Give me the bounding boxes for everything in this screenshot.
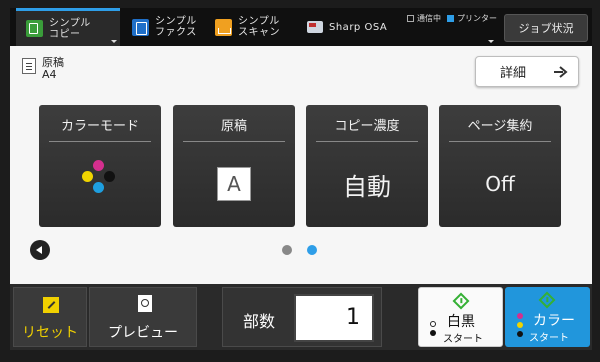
tab-simple-fax[interactable]: シンプル ファクス — [122, 8, 214, 46]
tab-simple-scan[interactable]: シンプル スキャン — [215, 8, 307, 46]
copies-control: 部数 1 — [222, 287, 382, 347]
reset-button[interactable]: リセット — [13, 287, 87, 347]
printer-indicator-icon — [447, 15, 454, 22]
original-size: A4 — [42, 68, 57, 81]
start-icon — [538, 291, 556, 309]
tile-copy-density[interactable]: コピー濃度 自動 — [306, 105, 428, 227]
reset-button-label: リセット — [22, 325, 78, 341]
sending-status-label: 通信中 — [417, 14, 441, 23]
tile-n-up[interactable]: ページ集約 Off — [439, 105, 561, 227]
reset-icon — [43, 297, 59, 313]
osa-icon — [307, 21, 323, 33]
printer-status-label: プリンター — [457, 14, 497, 23]
tile-n-up-title: ページ集約 — [467, 119, 533, 134]
color-start-sublabel: スタート — [529, 333, 569, 344]
preview-button-label: プレビュー — [108, 325, 178, 341]
main-panel: 原稿 A4 詳細 カラーモード 原稿 A コピー濃度 自動 ページ集約 Off — [10, 46, 592, 284]
arrow-right-icon — [554, 66, 568, 78]
bw-start-label: 白黒 — [447, 314, 475, 330]
tile-color-mode-title: カラーモード — [60, 119, 139, 134]
job-status-button[interactable]: ジョブ状況 — [504, 14, 588, 42]
start-icon — [452, 292, 470, 310]
tile-original[interactable]: 原稿 A — [173, 105, 295, 227]
chevron-down-icon — [111, 40, 117, 43]
bottom-bar: リセット プレビュー 部数 1 白黒 スタート カラー スタート — [10, 284, 592, 350]
tab-simple-fax-label: シンプル ファクス — [155, 16, 197, 38]
bw-start-button[interactable]: 白黒 スタート — [418, 287, 503, 347]
tile-color-mode[interactable]: カラーモード — [39, 105, 161, 227]
copies-input[interactable]: 1 — [294, 294, 374, 342]
tile-divider — [183, 141, 285, 142]
scan-icon — [215, 18, 232, 36]
top-bar: シンプル コピー シンプル ファクス シンプル スキャン Sharp OSA 通… — [10, 8, 592, 46]
tab-sharp-osa[interactable]: Sharp OSA — [307, 8, 397, 46]
preview-icon — [138, 295, 152, 312]
tile-original-title: 原稿 — [220, 119, 247, 134]
bw-start-sublabel: スタート — [443, 334, 483, 345]
page-indicator-dot-active[interactable] — [307, 245, 317, 255]
color-start-button[interactable]: カラー スタート — [505, 287, 590, 347]
detail-button[interactable]: 詳細 — [475, 56, 579, 87]
tile-divider — [449, 141, 551, 142]
printer-chevron-down-icon[interactable] — [488, 40, 494, 43]
color-start-label: カラー — [533, 313, 575, 329]
tile-copy-density-value: 自動 — [343, 173, 391, 201]
detail-button-label: 詳細 — [500, 66, 527, 81]
previous-page-icon[interactable] — [30, 240, 50, 260]
bw-dots-icon — [430, 321, 436, 339]
tab-simple-copy[interactable]: シンプル コピー — [16, 8, 120, 46]
tile-n-up-value: Off — [485, 172, 515, 196]
copies-label: 部数 — [243, 312, 276, 331]
tab-simple-scan-label: シンプル スキャン — [238, 16, 280, 38]
tab-sharp-osa-label: Sharp OSA — [329, 21, 388, 33]
page-indicator-dot[interactable] — [282, 245, 292, 255]
fax-icon — [132, 18, 149, 36]
tile-divider — [316, 141, 418, 142]
cmyk-dots-icon — [517, 313, 523, 340]
status-indicators: 通信中 プリンター — [407, 13, 497, 24]
copy-icon — [26, 20, 43, 37]
preview-button[interactable]: プレビュー — [89, 287, 197, 347]
original-document-icon — [22, 58, 36, 74]
tile-copy-density-title: コピー濃度 — [334, 119, 400, 134]
tab-simple-copy-label: シンプル コピー — [49, 17, 91, 40]
sending-indicator-icon — [407, 15, 414, 22]
tile-divider — [49, 141, 151, 142]
original-orientation-icon: A — [217, 167, 251, 201]
